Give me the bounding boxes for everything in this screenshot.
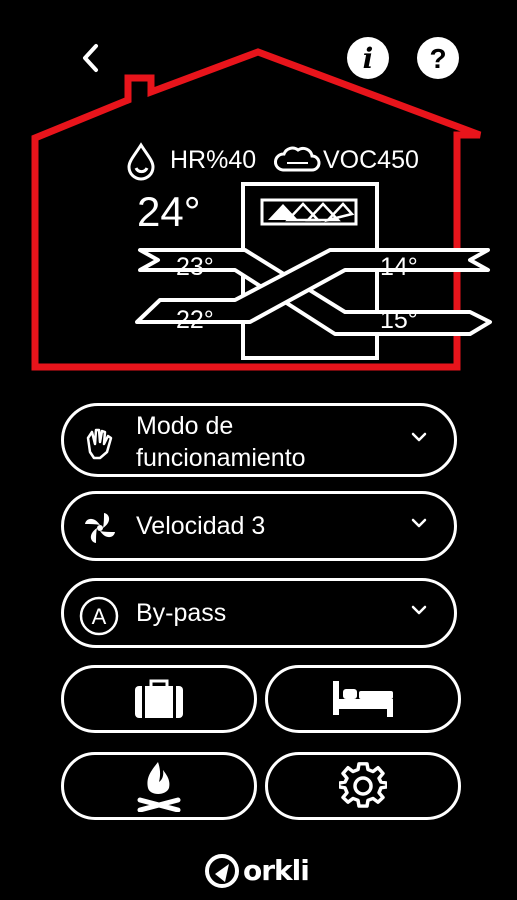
operating-mode-dropdown[interactable]: Modo de funcionamiento (61, 403, 457, 477)
sleep-mode-button[interactable] (265, 665, 461, 733)
brand-name: orkli (243, 854, 310, 887)
house-diagram: HR%40 VOC450 24° 23° 14° 22° 15° (0, 0, 517, 400)
house-outline (31, 48, 492, 371)
room-temperature: 24° (137, 188, 201, 235)
chevron-down-icon (411, 518, 427, 528)
bypass-label: By-pass (136, 599, 227, 627)
operating-mode-label-line2: funcionamiento (136, 444, 306, 472)
suitcase-icon (135, 679, 183, 718)
gear-icon (339, 762, 387, 808)
settings-button[interactable] (265, 752, 461, 820)
supply-air-temperature: 23° (176, 253, 214, 281)
voc-value: VOC450 (323, 146, 419, 174)
fan-icon (85, 513, 115, 543)
holiday-mode-button[interactable] (61, 665, 257, 733)
bypass-badge: A (92, 604, 107, 629)
campfire-icon (137, 762, 181, 812)
bypass-dropdown[interactable]: A By-pass (61, 578, 457, 648)
extract-air-temperature: 22° (176, 306, 214, 334)
bed-icon (333, 681, 393, 717)
operating-mode-label: Modo de funcionamiento (136, 410, 306, 474)
fireplace-mode-button[interactable] (61, 752, 257, 820)
humidity-value: HR%40 (170, 146, 257, 174)
bypass-auto-icon: A (79, 596, 119, 636)
voc-cloud-icon (274, 146, 321, 172)
fan-speed-dropdown[interactable]: Velocidad 3 (61, 491, 457, 561)
humidity-drop-icon (127, 142, 155, 181)
chevron-down-icon (411, 605, 427, 615)
orkli-logo: orkli (203, 852, 323, 892)
outdoor-air-temperature: 14° (380, 253, 418, 281)
orkli-logo-mark (205, 854, 239, 888)
chevron-down-icon (411, 432, 427, 442)
hand-icon (86, 428, 113, 460)
operating-mode-label-line1: Modo de (136, 412, 234, 440)
fan-speed-label: Velocidad 3 (136, 512, 266, 540)
exhaust-air-temperature: 15° (380, 306, 418, 334)
